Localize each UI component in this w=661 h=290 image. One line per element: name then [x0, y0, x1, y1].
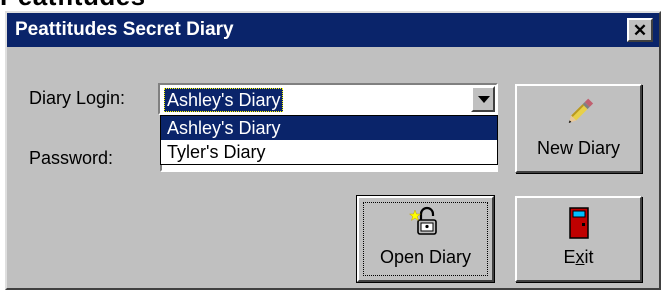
dropdown-option[interactable]: Tyler's Diary	[161, 140, 497, 164]
diary-login-value: Ashley's Diary	[164, 88, 284, 112]
exit-label: Exit	[563, 247, 594, 267]
close-icon: ✕	[632, 20, 648, 40]
chevron-down-icon[interactable]	[471, 86, 495, 112]
title-bar: Peattitudes Secret Diary ✕	[7, 13, 659, 47]
dropdown-option[interactable]: Ashley's Diary	[161, 116, 497, 140]
window-title: Peattitudes Secret Diary	[15, 19, 234, 40]
open-diary-button[interactable]: Open Diary	[356, 195, 495, 283]
exit-button[interactable]: Exit	[515, 196, 642, 282]
padlock-open-icon	[408, 206, 437, 235]
diary-login-combobox[interactable]: Ashley's Diary	[158, 83, 498, 115]
new-diary-label: New Diary	[536, 138, 620, 158]
diary-login-label: Diary Login:	[29, 88, 126, 108]
door-icon	[568, 207, 589, 239]
diary-login-dialog: Peattitudes Secret Diary ✕ Diary Login: …	[5, 11, 661, 290]
close-button[interactable]: ✕	[627, 18, 653, 42]
new-diary-button[interactable]: New Diary	[515, 84, 642, 173]
password-label: Password:	[29, 148, 114, 168]
pencil-icon	[568, 98, 593, 123]
open-diary-label: Open Diary	[379, 247, 472, 267]
cropped-header-text: Peatfitudes	[0, 0, 146, 11]
password-field[interactable]	[160, 165, 498, 172]
diary-login-dropdown-list: Ashley's Diary Tyler's Diary	[160, 115, 498, 165]
